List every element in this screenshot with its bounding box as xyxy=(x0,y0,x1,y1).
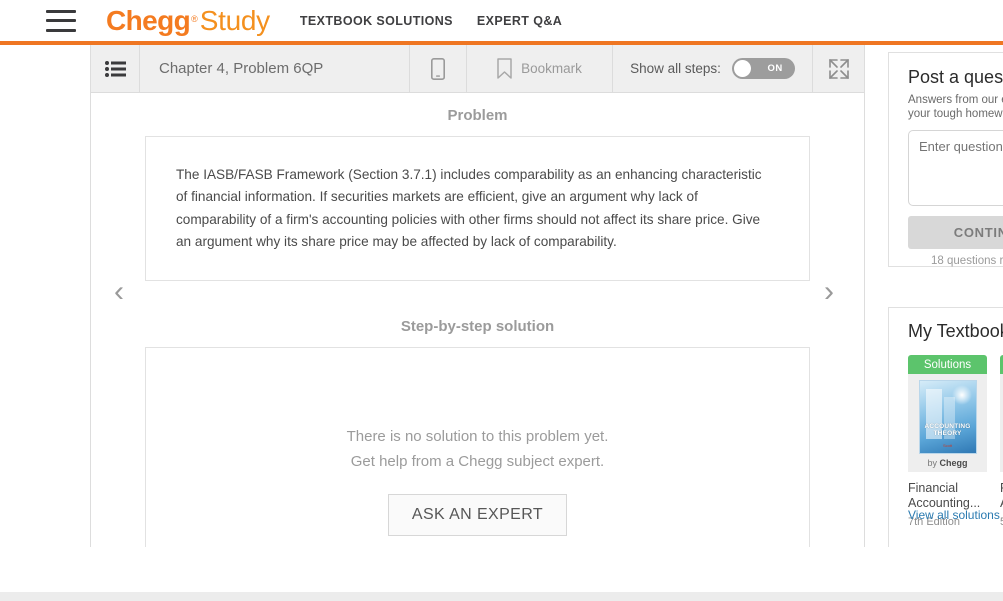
problem-card: The IASB/FASB Framework (Section 3.7.1) … xyxy=(145,136,810,281)
logo-chegg-text: Chegg xyxy=(106,4,191,36)
toggle-knob xyxy=(733,60,751,77)
empty-solution-state: There is no solution to this problem yet… xyxy=(146,424,809,536)
textbook-item[interactable]: Solutions ACCOUNTING THEORY Scott by Che… xyxy=(908,355,987,528)
bookmark-button[interactable]: Bookmark xyxy=(467,45,613,92)
page-body: Chapter 4, Problem 6QP Bookmark Show all… xyxy=(0,45,1003,601)
problem-toolbar: Chapter 4, Problem 6QP Bookmark Show all… xyxy=(91,45,864,93)
questions-remaining-label: 18 questions remaining xyxy=(931,255,1003,267)
show-all-steps-control[interactable]: Show all steps: ON xyxy=(613,45,813,92)
no-solution-message: There is no solution to this problem yet… xyxy=(346,428,609,445)
ask-an-expert-button[interactable]: ASK AN EXPERT xyxy=(387,494,568,536)
post-a-question-panel: Post a question Answers from our experts… xyxy=(888,52,1003,267)
previous-problem-arrow[interactable]: ‹ xyxy=(114,277,124,307)
textbook-list: Solutions ACCOUNTING THEORY Scott by Che… xyxy=(908,355,1003,528)
logo-study-text: Study xyxy=(199,4,270,36)
nav-link-expert-qa[interactable]: EXPERT Q&A xyxy=(477,14,562,28)
expand-fullscreen-button[interactable] xyxy=(813,45,864,92)
bookmark-flag-icon xyxy=(497,58,512,79)
primary-nav: TEXTBOOK SOLUTIONS EXPERT Q&A xyxy=(300,14,586,28)
continue-button[interactable]: CONTINUE xyxy=(908,216,1003,249)
book-cover-image: ACCOUNTING THEORY Scott xyxy=(918,380,977,454)
logo-registered-mark: ® xyxy=(191,13,198,24)
solutions-badge: Solutions xyxy=(908,355,987,374)
get-help-message: Get help from a Chegg subject expert. xyxy=(350,453,605,470)
problem-statement-text: The IASB/FASB Framework (Section 3.7.1) … xyxy=(176,167,762,250)
my-textbooks-title: My Textbooks xyxy=(908,321,1003,341)
textbook-name: Financial Accounting... xyxy=(908,481,981,510)
right-sidebar: Post a question Answers from our experts… xyxy=(865,45,1003,592)
next-problem-arrow[interactable]: › xyxy=(824,277,834,307)
post-question-title: Post a question xyxy=(908,67,1003,87)
problem-pane: Chapter 4, Problem 6QP Bookmark Show all… xyxy=(91,45,865,601)
problem-title: Chapter 4, Problem 6QP xyxy=(140,45,410,92)
post-question-subtitle: Answers from our experts for your tough … xyxy=(908,94,1003,120)
hamburger-menu-icon[interactable] xyxy=(46,9,76,32)
hamburger-line xyxy=(46,28,76,32)
expand-fullscreen-icon xyxy=(828,58,849,79)
by-chegg-label: by Chegg xyxy=(927,458,967,468)
cover-title-text: ACCOUNTING THEORY xyxy=(924,423,971,437)
chegg-study-logo[interactable]: Chegg ® Study xyxy=(106,5,270,37)
list-view-button[interactable] xyxy=(91,45,140,92)
mobile-device-icon xyxy=(431,57,445,80)
list-view-icon xyxy=(104,60,126,77)
site-header: Chegg ® Study TEXTBOOK SOLUTIONS EXPERT … xyxy=(0,0,1003,41)
question-input[interactable] xyxy=(908,130,1003,206)
page-bottom-edge xyxy=(0,547,1003,601)
toggle-state-label: ON xyxy=(767,63,783,74)
cover-sun-glow xyxy=(951,385,972,405)
by-chegg-brand: Chegg xyxy=(939,458,968,468)
show-all-steps-toggle[interactable]: ON xyxy=(731,58,795,79)
my-textbooks-panel: My Textbooks Solutions ACCOUNTING THEORY… xyxy=(888,307,1003,557)
left-gutter xyxy=(0,45,91,592)
solution-section-heading: Step-by-step solution xyxy=(400,318,555,335)
view-all-solutions-link[interactable]: View all solutions xyxy=(908,508,1000,522)
problem-section-heading: Problem xyxy=(447,107,508,124)
show-all-steps-label: Show all steps: xyxy=(630,61,721,76)
page-bottom-white-strip xyxy=(0,547,1003,592)
nav-link-textbook-solutions[interactable]: TEXTBOOK SOLUTIONS xyxy=(300,14,453,28)
textbook-thumbnail: ACCOUNTING THEORY Scott by Chegg xyxy=(908,374,987,472)
hamburger-line xyxy=(46,19,76,22)
hamburger-line xyxy=(46,9,76,13)
by-prefix: by xyxy=(927,458,940,468)
bookmark-label: Bookmark xyxy=(521,61,582,76)
mobile-device-button[interactable] xyxy=(410,45,467,92)
cover-author-text: Scott xyxy=(942,443,953,448)
